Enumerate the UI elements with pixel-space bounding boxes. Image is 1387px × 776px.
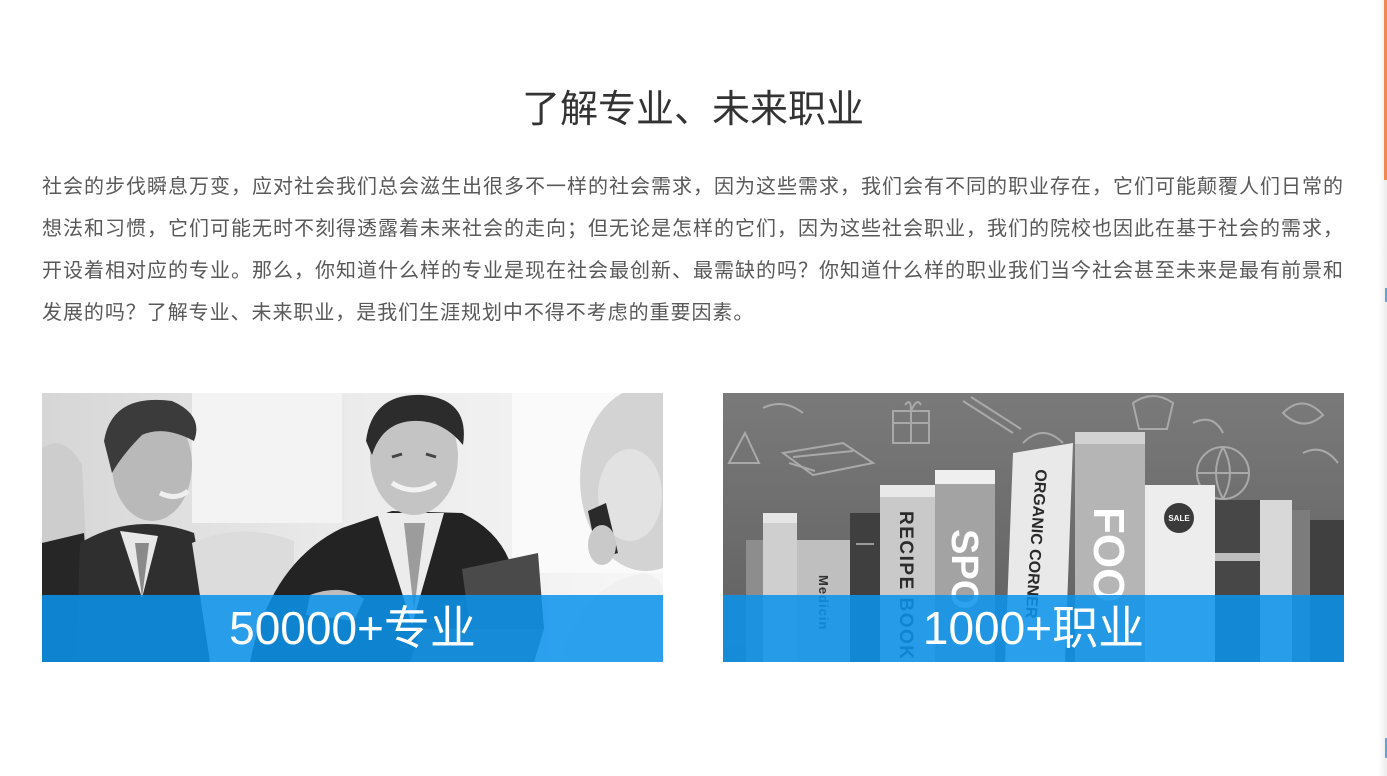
majors-card-band: 50000+专业 bbox=[42, 595, 663, 662]
spine-text-sale: SALE bbox=[1168, 514, 1190, 523]
section-intro: 社会的步伐瞬息万变，应对社会我们总会滋生出很多不一样的社会需求，因为这些需求，我… bbox=[42, 176, 1344, 324]
spine-text-foo: FOO bbox=[1084, 507, 1133, 602]
majors-card[interactable]: 50000+专业 bbox=[42, 393, 663, 662]
section-title: 了解专业、未来职业 bbox=[521, 89, 864, 131]
careers-card[interactable]: Medicin RECIPE BOOK SPO ORGANIC CORNER F… bbox=[723, 393, 1344, 662]
careers-card-label: 1000+职业 bbox=[922, 602, 1145, 654]
majors-card-label: 50000+专业 bbox=[229, 602, 476, 654]
careers-card-band: 1000+职业 bbox=[723, 595, 1344, 662]
